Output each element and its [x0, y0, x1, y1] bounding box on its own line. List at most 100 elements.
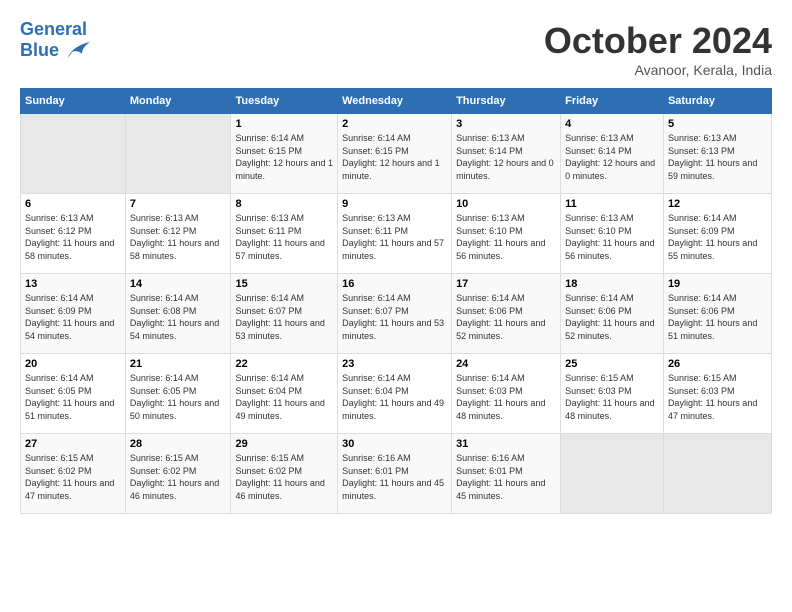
- calendar-cell: 26 Sunrise: 6:15 AMSunset: 6:03 PMDayligh…: [663, 354, 771, 434]
- day-number: 24: [456, 358, 556, 370]
- day-info: Sunrise: 6:14 AMSunset: 6:15 PMDaylight:…: [342, 132, 447, 182]
- calendar-cell: 13 Sunrise: 6:14 AMSunset: 6:09 PMDayligh…: [21, 274, 126, 354]
- calendar-cell: 12 Sunrise: 6:14 AMSunset: 6:09 PMDayligh…: [663, 194, 771, 274]
- day-number: 21: [130, 358, 227, 370]
- day-number: 6: [25, 198, 121, 210]
- day-info: Sunrise: 6:13 AMSunset: 6:12 PMDaylight:…: [130, 212, 227, 262]
- calendar-cell: [561, 434, 664, 514]
- day-info: Sunrise: 6:14 AMSunset: 6:06 PMDaylight:…: [456, 292, 556, 342]
- calendar-cell: 15 Sunrise: 6:14 AMSunset: 6:07 PMDayligh…: [231, 274, 338, 354]
- day-info: Sunrise: 6:14 AMSunset: 6:05 PMDaylight:…: [130, 372, 227, 422]
- day-number: 12: [668, 198, 767, 210]
- day-number: 11: [565, 198, 659, 210]
- calendar-cell: 4 Sunrise: 6:13 AMSunset: 6:14 PMDaylight…: [561, 114, 664, 194]
- weekday-header-row: SundayMondayTuesdayWednesdayThursdayFrid…: [21, 89, 772, 114]
- weekday-header-wednesday: Wednesday: [338, 89, 452, 114]
- day-info: Sunrise: 6:13 AMSunset: 6:14 PMDaylight:…: [456, 132, 556, 182]
- day-number: 13: [25, 278, 121, 290]
- calendar-table: SundayMondayTuesdayWednesdayThursdayFrid…: [20, 88, 772, 514]
- calendar-week-row: 27 Sunrise: 6:15 AMSunset: 6:02 PMDayligh…: [21, 434, 772, 514]
- calendar-cell: 10Sunrise: 6:13 AMSunset: 6:10 PMDayligh…: [452, 194, 561, 274]
- day-number: 19: [668, 278, 767, 290]
- calendar-cell: 8 Sunrise: 6:13 AMSunset: 6:11 PMDaylight…: [231, 194, 338, 274]
- day-info: Sunrise: 6:13 AMSunset: 6:10 PMDaylight:…: [456, 212, 556, 262]
- day-number: 17: [456, 278, 556, 290]
- calendar-cell: 27 Sunrise: 6:15 AMSunset: 6:02 PMDayligh…: [21, 434, 126, 514]
- day-number: 28: [130, 438, 227, 450]
- calendar-cell: 25 Sunrise: 6:15 AMSunset: 6:03 PMDayligh…: [561, 354, 664, 434]
- day-info: Sunrise: 6:15 AMSunset: 6:02 PMDaylight:…: [25, 452, 121, 502]
- day-info: Sunrise: 6:15 AMSunset: 6:03 PMDaylight:…: [565, 372, 659, 422]
- day-number: 1: [235, 118, 333, 130]
- page-header: General Blue October 2024 Avanoor, Keral…: [20, 20, 772, 78]
- weekday-header-thursday: Thursday: [452, 89, 561, 114]
- calendar-week-row: 13 Sunrise: 6:14 AMSunset: 6:09 PMDayligh…: [21, 274, 772, 354]
- calendar-cell: 16 Sunrise: 6:14 AMSunset: 6:07 PMDayligh…: [338, 274, 452, 354]
- day-info: Sunrise: 6:16 AMSunset: 6:01 PMDaylight:…: [456, 452, 556, 502]
- logo: General Blue: [20, 20, 90, 62]
- weekday-header-tuesday: Tuesday: [231, 89, 338, 114]
- day-info: Sunrise: 6:15 AMSunset: 6:02 PMDaylight:…: [130, 452, 227, 502]
- calendar-week-row: 20 Sunrise: 6:14 AMSunset: 6:05 PMDayligh…: [21, 354, 772, 434]
- day-number: 7: [130, 198, 227, 210]
- logo-text: General: [20, 20, 90, 40]
- day-info: Sunrise: 6:14 AMSunset: 6:15 PMDaylight:…: [235, 132, 333, 182]
- calendar-cell: 22 Sunrise: 6:14 AMSunset: 6:04 PMDayligh…: [231, 354, 338, 434]
- day-number: 22: [235, 358, 333, 370]
- day-info: Sunrise: 6:14 AMSunset: 6:07 PMDaylight:…: [235, 292, 333, 342]
- calendar-cell: 29Sunrise: 6:15 AMSunset: 6:02 PMDayligh…: [231, 434, 338, 514]
- calendar-cell: 23Sunrise: 6:14 AMSunset: 6:04 PMDayligh…: [338, 354, 452, 434]
- day-number: 8: [235, 198, 333, 210]
- location: Avanoor, Kerala, India: [544, 62, 772, 78]
- day-info: Sunrise: 6:14 AMSunset: 6:09 PMDaylight:…: [668, 212, 767, 262]
- calendar-cell: 14Sunrise: 6:14 AMSunset: 6:08 PMDayligh…: [125, 274, 231, 354]
- calendar-cell: 5 Sunrise: 6:13 AMSunset: 6:13 PMDaylight…: [663, 114, 771, 194]
- day-number: 26: [668, 358, 767, 370]
- day-info: Sunrise: 6:15 AMSunset: 6:02 PMDaylight:…: [235, 452, 333, 502]
- day-number: 15: [235, 278, 333, 290]
- day-number: 23: [342, 358, 447, 370]
- calendar-cell: [21, 114, 126, 194]
- calendar-cell: 21 Sunrise: 6:14 AMSunset: 6:05 PMDayligh…: [125, 354, 231, 434]
- day-number: 20: [25, 358, 121, 370]
- calendar-cell: [663, 434, 771, 514]
- calendar-cell: 1 Sunrise: 6:14 AMSunset: 6:15 PMDaylight…: [231, 114, 338, 194]
- day-number: 14: [130, 278, 227, 290]
- day-number: 31: [456, 438, 556, 450]
- calendar-week-row: 1 Sunrise: 6:14 AMSunset: 6:15 PMDaylight…: [21, 114, 772, 194]
- day-info: Sunrise: 6:13 AMSunset: 6:10 PMDaylight:…: [565, 212, 659, 262]
- calendar-week-row: 6 Sunrise: 6:13 AMSunset: 6:12 PMDaylight…: [21, 194, 772, 274]
- calendar-cell: 7 Sunrise: 6:13 AMSunset: 6:12 PMDaylight…: [125, 194, 231, 274]
- day-info: Sunrise: 6:14 AMSunset: 6:06 PMDaylight:…: [565, 292, 659, 342]
- calendar-cell: 17 Sunrise: 6:14 AMSunset: 6:06 PMDayligh…: [452, 274, 561, 354]
- day-info: Sunrise: 6:14 AMSunset: 6:09 PMDaylight:…: [25, 292, 121, 342]
- calendar-cell: 24Sunrise: 6:14 AMSunset: 6:03 PMDayligh…: [452, 354, 561, 434]
- calendar-cell: [125, 114, 231, 194]
- day-info: Sunrise: 6:13 AMSunset: 6:11 PMDaylight:…: [342, 212, 447, 262]
- calendar-cell: 3Sunrise: 6:13 AMSunset: 6:14 PMDaylight…: [452, 114, 561, 194]
- day-info: Sunrise: 6:14 AMSunset: 6:07 PMDaylight:…: [342, 292, 447, 342]
- day-info: Sunrise: 6:15 AMSunset: 6:03 PMDaylight:…: [668, 372, 767, 422]
- day-info: Sunrise: 6:14 AMSunset: 6:06 PMDaylight:…: [668, 292, 767, 342]
- calendar-cell: 2 Sunrise: 6:14 AMSunset: 6:15 PMDaylight…: [338, 114, 452, 194]
- day-number: 4: [565, 118, 659, 130]
- day-info: Sunrise: 6:16 AMSunset: 6:01 PMDaylight:…: [342, 452, 447, 502]
- day-number: 25: [565, 358, 659, 370]
- day-info: Sunrise: 6:13 AMSunset: 6:14 PMDaylight:…: [565, 132, 659, 182]
- day-info: Sunrise: 6:13 AMSunset: 6:12 PMDaylight:…: [25, 212, 121, 262]
- day-info: Sunrise: 6:14 AMSunset: 6:04 PMDaylight:…: [235, 372, 333, 422]
- weekday-header-friday: Friday: [561, 89, 664, 114]
- day-info: Sunrise: 6:13 AMSunset: 6:13 PMDaylight:…: [668, 132, 767, 182]
- day-info: Sunrise: 6:13 AMSunset: 6:11 PMDaylight:…: [235, 212, 333, 262]
- calendar-cell: 30Sunrise: 6:16 AMSunset: 6:01 PMDayligh…: [338, 434, 452, 514]
- day-number: 5: [668, 118, 767, 130]
- month-title: October 2024: [544, 20, 772, 62]
- day-number: 27: [25, 438, 121, 450]
- calendar-cell: 19 Sunrise: 6:14 AMSunset: 6:06 PMDayligh…: [663, 274, 771, 354]
- calendar-cell: 28 Sunrise: 6:15 AMSunset: 6:02 PMDayligh…: [125, 434, 231, 514]
- title-block: October 2024 Avanoor, Kerala, India: [544, 20, 772, 78]
- day-number: 16: [342, 278, 447, 290]
- calendar-cell: 18Sunrise: 6:14 AMSunset: 6:06 PMDayligh…: [561, 274, 664, 354]
- day-number: 2: [342, 118, 447, 130]
- calendar-cell: 11 Sunrise: 6:13 AMSunset: 6:10 PMDayligh…: [561, 194, 664, 274]
